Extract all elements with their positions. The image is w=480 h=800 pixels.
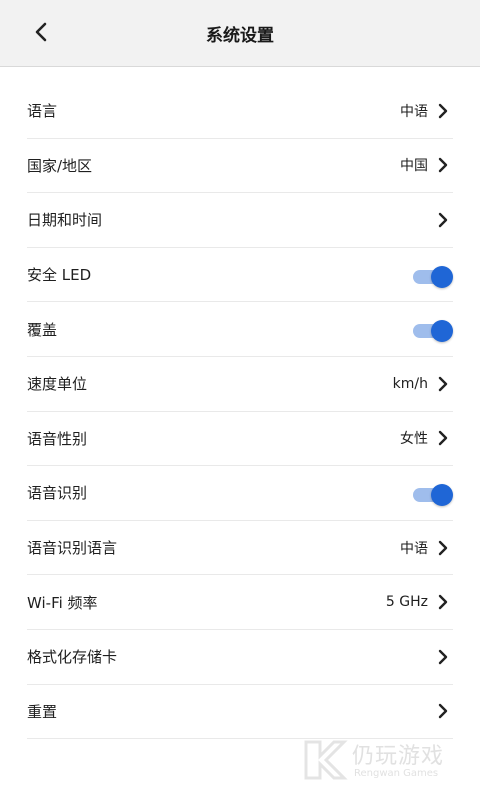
watermark-logo-icon [302,738,348,786]
setting-label: 重置 [27,702,58,721]
settings-screen: 系统设置 语言 中语 国家/地区 中国 日期和时间 安全 LED 覆盖 速度单位 km/h 语音性… [0,0,480,800]
toggle-knob [431,320,453,343]
setting-label: 国家/地区 [27,156,93,175]
toggle-knob [431,483,453,506]
setting-label: Wi-Fi 频率 [27,593,98,612]
chevron-right-icon [436,376,450,392]
setting-row[interactable]: 语音识别 [27,466,453,521]
toggle-knob [431,265,453,288]
setting-row[interactable]: 语音识别语言 中语 [27,521,453,576]
back-button[interactable] [26,18,56,50]
chevron-right-icon [436,157,450,173]
setting-label: 安全 LED [27,266,92,285]
setting-row[interactable]: 速度单位 km/h [27,357,453,412]
setting-label: 语言 [27,102,58,121]
watermark: 仍玩游戏 Rengwan Games [302,738,472,784]
settings-list: 语言 中语 国家/地区 中国 日期和时间 安全 LED 覆盖 速度单位 km/h 语音性别 女性 语音… [0,84,480,740]
setting-value: km/h [392,375,428,392]
setting-label: 覆盖 [27,320,58,339]
chevron-left-icon [34,22,48,46]
setting-row[interactable]: 覆盖 [27,302,453,357]
setting-value: 5 GHz [385,594,428,611]
setting-toggle[interactable] [413,265,453,288]
setting-label: 速度单位 [27,375,88,394]
watermark-text: 仍玩游戏 [352,744,445,769]
chevron-right-icon [436,594,450,610]
setting-value: 中语 [400,540,428,557]
top-bar: 系统设置 [0,0,480,67]
setting-row[interactable]: 语音性别 女性 [27,412,453,467]
setting-row[interactable]: 语言 中语 [27,84,453,139]
setting-value: 女性 [400,431,428,448]
setting-label: 语音识别语言 [27,539,118,558]
chevron-right-icon [436,212,450,228]
setting-row[interactable]: 国家/地区 中国 [27,139,453,194]
setting-label: 语音性别 [27,429,88,448]
setting-label: 格式化存储卡 [27,648,118,667]
setting-row[interactable]: 日期和时间 [27,193,453,248]
chevron-right-icon [436,703,450,719]
setting-row[interactable]: 重置 [27,685,453,740]
chevron-right-icon [436,430,450,446]
setting-row[interactable]: 格式化存储卡 [27,630,453,685]
page-title: 系统设置 [206,26,274,46]
setting-row[interactable]: Wi-Fi 频率 5 GHz [27,575,453,630]
setting-row[interactable]: 安全 LED [27,248,453,303]
chevron-right-icon [436,649,450,665]
setting-toggle[interactable] [413,483,453,506]
setting-label: 语音识别 [27,484,88,503]
chevron-right-icon [436,103,450,119]
setting-value: 中国 [400,158,428,175]
chevron-right-icon [436,540,450,556]
watermark-subtext: Rengwan Games [354,768,439,779]
setting-label: 日期和时间 [27,211,103,230]
setting-value: 中语 [400,103,428,120]
setting-toggle[interactable] [413,319,453,343]
